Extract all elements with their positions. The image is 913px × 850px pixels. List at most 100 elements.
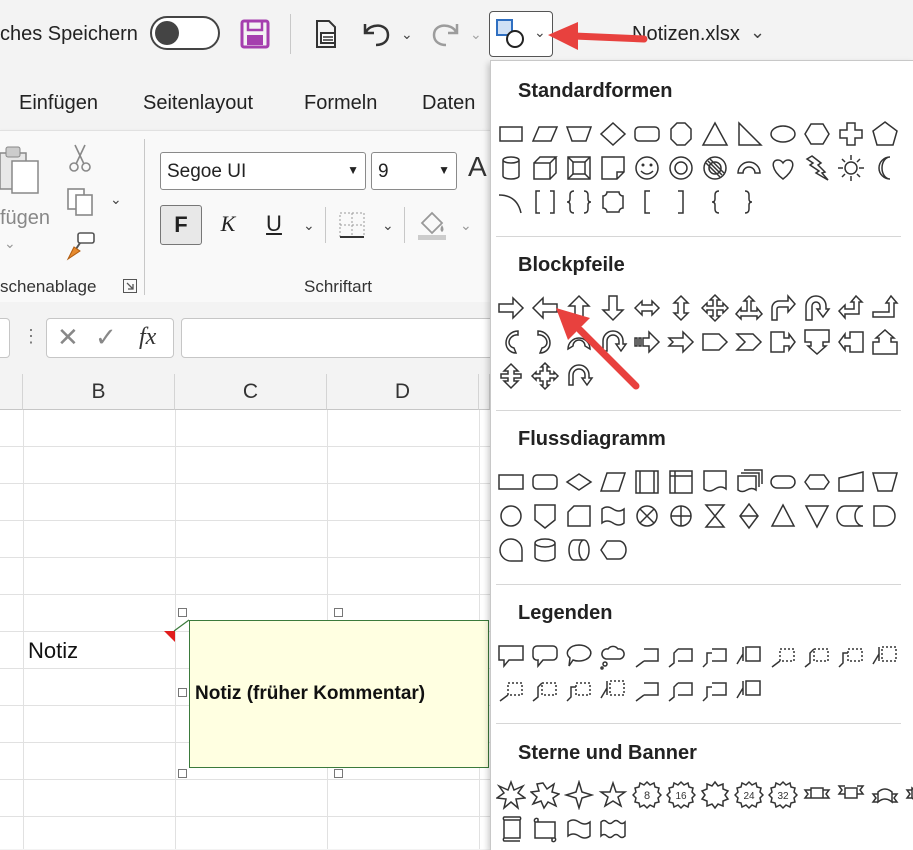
copy-dropdown-icon[interactable]: ⌄ [110,191,122,208]
paste-icon[interactable] [0,145,40,195]
shape-fc-or-icon[interactable] [666,501,696,531]
undo-icon[interactable] [362,20,392,48]
shape-fc-tape-icon[interactable] [598,501,628,531]
shape-ar-curve-l-icon[interactable] [530,327,560,357]
copy-icon[interactable] [66,187,96,217]
star-16-points-icon[interactable]: 16 [665,780,697,810]
shape-co-line2-icon[interactable] [666,675,696,705]
shape-fc-predef-icon[interactable] [632,467,662,497]
shape-ar-r-icon[interactable] [496,293,526,323]
column-header-e[interactable] [479,374,490,410]
shape-fc-manual-icon[interactable] [836,467,866,497]
shape-fc-sumjunc-icon[interactable] [632,501,662,531]
shape-co-line1-icon[interactable] [632,675,662,705]
shape-callout-d-icon[interactable] [802,327,832,357]
shape-fc-prep-icon[interactable] [802,467,832,497]
shape-callout-l-icon[interactable] [836,327,866,357]
italic-button[interactable]: K [207,205,249,245]
note-resize-handle[interactable] [178,688,187,697]
shape-co-d1-icon[interactable] [768,641,798,671]
shape-chevron-icon[interactable] [734,327,764,357]
shape-fc-sort-icon[interactable] [734,501,764,531]
shape-fc-extract-icon[interactable] [768,501,798,531]
borders-dropdown-icon[interactable]: ⌄ [382,217,394,234]
shapes-button[interactable]: ⌄ [489,11,553,57]
note-text[interactable]: Notiz (früher Kommentar) [195,683,425,705]
shape-co-d2-icon[interactable] [802,641,832,671]
cut-icon[interactable] [68,143,92,173]
redo-icon[interactable] [430,20,460,48]
shape-ar-u-icon[interactable] [564,293,594,323]
shape-exp2-icon[interactable] [529,780,561,810]
note-resize-handle[interactable] [334,769,343,778]
shape-fc-doc-icon[interactable] [700,467,730,497]
drag-handle-icon[interactable]: ⋮ [22,326,40,347]
shape-co-rect-icon[interactable] [496,641,526,671]
shape-ribbon-d-icon[interactable] [802,780,832,810]
file-title[interactable]: Notizen.xlsx [632,23,740,46]
shape-fc-multidoc-icon[interactable] [734,467,764,497]
file-title-chevron-icon[interactable]: ⌄ [750,22,765,43]
shape-star5-icon[interactable] [598,780,628,810]
shape-hex-icon[interactable] [802,119,832,149]
shape-fc-direct-icon[interactable] [564,535,594,565]
shape-co-line3-icon[interactable] [700,675,730,705]
shape-oct-icon[interactable] [666,119,696,149]
shape-fc-delay-icon[interactable] [870,501,900,531]
shape-co-acc1-icon[interactable] [734,675,764,705]
shape-co-line1-icon[interactable] [632,641,662,671]
star-32-points-icon[interactable]: 32 [767,780,799,810]
shape-callout-r-icon[interactable] [768,327,798,357]
shape-bevel-icon[interactable] [564,153,594,183]
shape-ar-lr-icon[interactable] [632,293,662,323]
shape-arc-icon[interactable] [734,153,764,183]
note-resize-handle[interactable] [178,608,187,617]
font-name-dropdown-icon[interactable]: ▼ [347,163,359,177]
shape-pent-icon[interactable] [870,119,900,149]
shape-co-cloud-icon[interactable] [598,641,628,671]
shape-moon-icon[interactable] [870,153,900,183]
shape-curv-u-icon[interactable] [904,780,913,810]
shape-ar-quad-icon[interactable] [700,293,730,323]
grow-font-icon[interactable]: A [468,151,487,183]
format-painter-icon[interactable] [66,231,96,261]
font-size-dropdown-icon[interactable]: ▼ [438,163,450,177]
shape-co-oval-icon[interactable] [564,641,594,671]
shape-scroll-h-icon[interactable] [530,814,560,844]
redo-dropdown-icon[interactable]: ⌄ [470,26,482,43]
shape-rbracket-icon[interactable] [666,187,696,217]
tab-einfuegen[interactable]: Einfügen [19,92,98,115]
note-resize-handle[interactable] [178,769,187,778]
note-resize-handle[interactable] [334,608,343,617]
shape-dbrace-icon[interactable] [564,187,594,217]
shape-co-acc1-icon[interactable] [734,641,764,671]
shape-star4-icon[interactable] [563,779,595,811]
shape-exp1-icon[interactable] [494,779,528,811]
shape-fc-conn-icon[interactable] [496,501,526,531]
shape-can-icon[interactable] [496,153,526,183]
shape-fc-alt-icon[interactable] [530,467,560,497]
shape-co-d2-icon[interactable] [530,675,560,705]
tab-daten[interactable]: Daten [422,92,475,115]
shape-circ-ar-icon[interactable] [564,361,594,391]
shape-co-d1-icon[interactable] [496,675,526,705]
shape-dbracket-icon[interactable] [530,187,560,217]
borders-icon[interactable] [338,211,366,239]
column-header-d[interactable]: D [327,374,479,410]
fill-color-icon[interactable] [416,209,448,241]
shape-lbracket-icon[interactable] [632,187,662,217]
name-box[interactable] [0,318,10,358]
shape-callout-quad-icon[interactable] [530,361,560,391]
underline-button[interactable]: U [253,205,295,245]
column-header-c[interactable]: C [175,374,327,410]
shape-sun-icon[interactable] [836,153,866,183]
shape-fc-merge-icon[interactable] [802,501,832,531]
shape-fc-manop-icon[interactable] [870,467,900,497]
tab-seitenlayout[interactable]: Seitenlayout [143,92,253,115]
insert-function-button[interactable]: fx [139,324,156,351]
confirm-entry-icon[interactable]: ✓ [95,322,117,353]
shape-fc-card-icon[interactable] [564,501,594,531]
shape-diamond-icon[interactable] [598,119,628,149]
shape-co-line2-icon[interactable] [666,641,696,671]
shape-ar-lup-icon[interactable] [836,293,866,323]
